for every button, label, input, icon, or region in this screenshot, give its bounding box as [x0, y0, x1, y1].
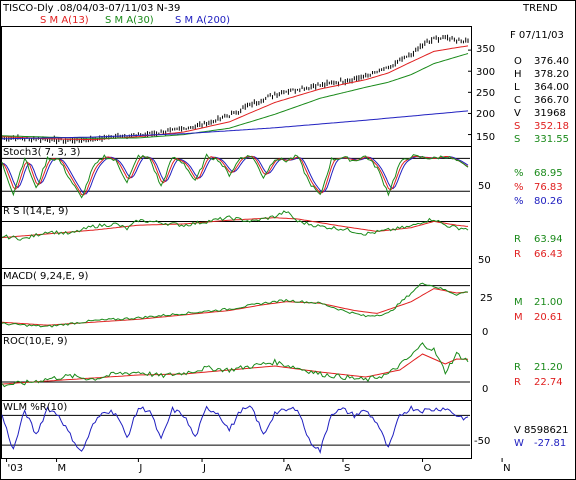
x-label: O [424, 463, 432, 474]
panel-title-rsi: R S I(14,E, 9) [3, 206, 68, 217]
readout-close-label: C [514, 95, 521, 106]
readout-rsi-sig-label: R [514, 249, 521, 260]
x-label: A [285, 463, 292, 474]
readout-wlm-label: W [514, 438, 524, 449]
x-label: J [202, 463, 206, 474]
readout-stoch-slow-value: 80.26 [534, 196, 563, 207]
readout-macd-value: 21.00 [534, 297, 563, 308]
chart-title: TISCO-Dly .08/04/03-07/11/03 N-39 [2, 3, 180, 14]
readout-macd-label: M [514, 297, 523, 308]
readout-sma13-label: S [514, 121, 520, 132]
readout-sma13-value: 352.18 [534, 121, 569, 132]
price-ytick-250: 250 [476, 88, 495, 99]
price-ytick-300: 300 [476, 67, 495, 78]
rsi-ytick-50: 50 [478, 255, 491, 266]
panel-title-wlm: WLM %R(10) [3, 402, 67, 413]
readout-macd-sig-label: M [514, 312, 523, 323]
readout-roc-sig-value: 22.74 [534, 377, 563, 388]
price-ytick-350: 350 [476, 44, 495, 55]
x-label: M [58, 463, 67, 474]
readout-rsi-label: R [514, 234, 521, 245]
x-label: S [344, 463, 350, 474]
x-label: J [138, 463, 142, 474]
readout-wlm-value: -27.81 [534, 438, 566, 449]
readout-wlm-vol-value: 8598621 [524, 425, 569, 436]
price-ytick-150: 150 [476, 132, 495, 143]
readout-volume-label: V [514, 108, 521, 119]
stock-chart: TISCO-Dly .08/04/03-07/11/03 N-39 TREND … [0, 0, 576, 480]
readout-roc-value: 21.20 [534, 362, 563, 373]
readout-stoch-d-label: % [514, 182, 524, 193]
readout-date: F 07/11/03 [510, 30, 564, 41]
readout-sma30-label: S [514, 134, 520, 145]
readout-stoch-slow-label: % [514, 196, 524, 207]
readout-roc-label: R [514, 362, 521, 373]
x-label: '03 [8, 463, 23, 474]
readout-wlm-vol-label: V [514, 425, 521, 436]
readout-low-label: L [514, 82, 520, 93]
readout-close-value: 366.70 [534, 95, 569, 106]
readout-roc-sig-label: R [514, 377, 521, 388]
trend-label: TREND [522, 3, 558, 14]
legend-sma30: S M A(30) [105, 15, 154, 26]
readout-low-value: 364.00 [534, 82, 569, 93]
readout-high-label: H [514, 69, 522, 80]
readout-high-value: 378.20 [534, 69, 569, 80]
readout-stoch-k-value: 68.95 [534, 168, 563, 179]
readout-stoch-d-value: 76.83 [534, 182, 563, 193]
readout-macd-sig-value: 20.61 [534, 312, 563, 323]
panel-title-stoch: Stoch3( 7, 3, 3) [3, 147, 80, 158]
wlm-ytick-minus50: -50 [474, 436, 490, 447]
readout-sma30-value: 331.55 [534, 134, 569, 145]
roc-ytick-0: 0 [482, 384, 488, 395]
price-ytick-200: 200 [476, 109, 495, 120]
stoch-ytick-50: 50 [478, 181, 491, 192]
readout-rsi-value: 63.94 [534, 234, 563, 245]
macd-ytick-0: 0 [482, 327, 488, 338]
panel-title-macd: MACD( 9,24,E, 9) [3, 271, 89, 282]
readout-rsi-sig-value: 66.43 [534, 249, 563, 260]
macd-ytick-25: 25 [480, 293, 493, 304]
legend-sma13: S M A(13) [40, 15, 89, 26]
panel-title-roc: ROC(10,E, 9) [3, 336, 68, 347]
readout-open-label: O [514, 56, 522, 67]
legend-sma200: S M A(200) [175, 15, 230, 26]
readout-volume-value: 31968 [534, 108, 566, 119]
x-label: N [503, 463, 510, 474]
readout-open-value: 376.40 [534, 56, 569, 67]
readout-stoch-k-label: % [514, 168, 524, 179]
